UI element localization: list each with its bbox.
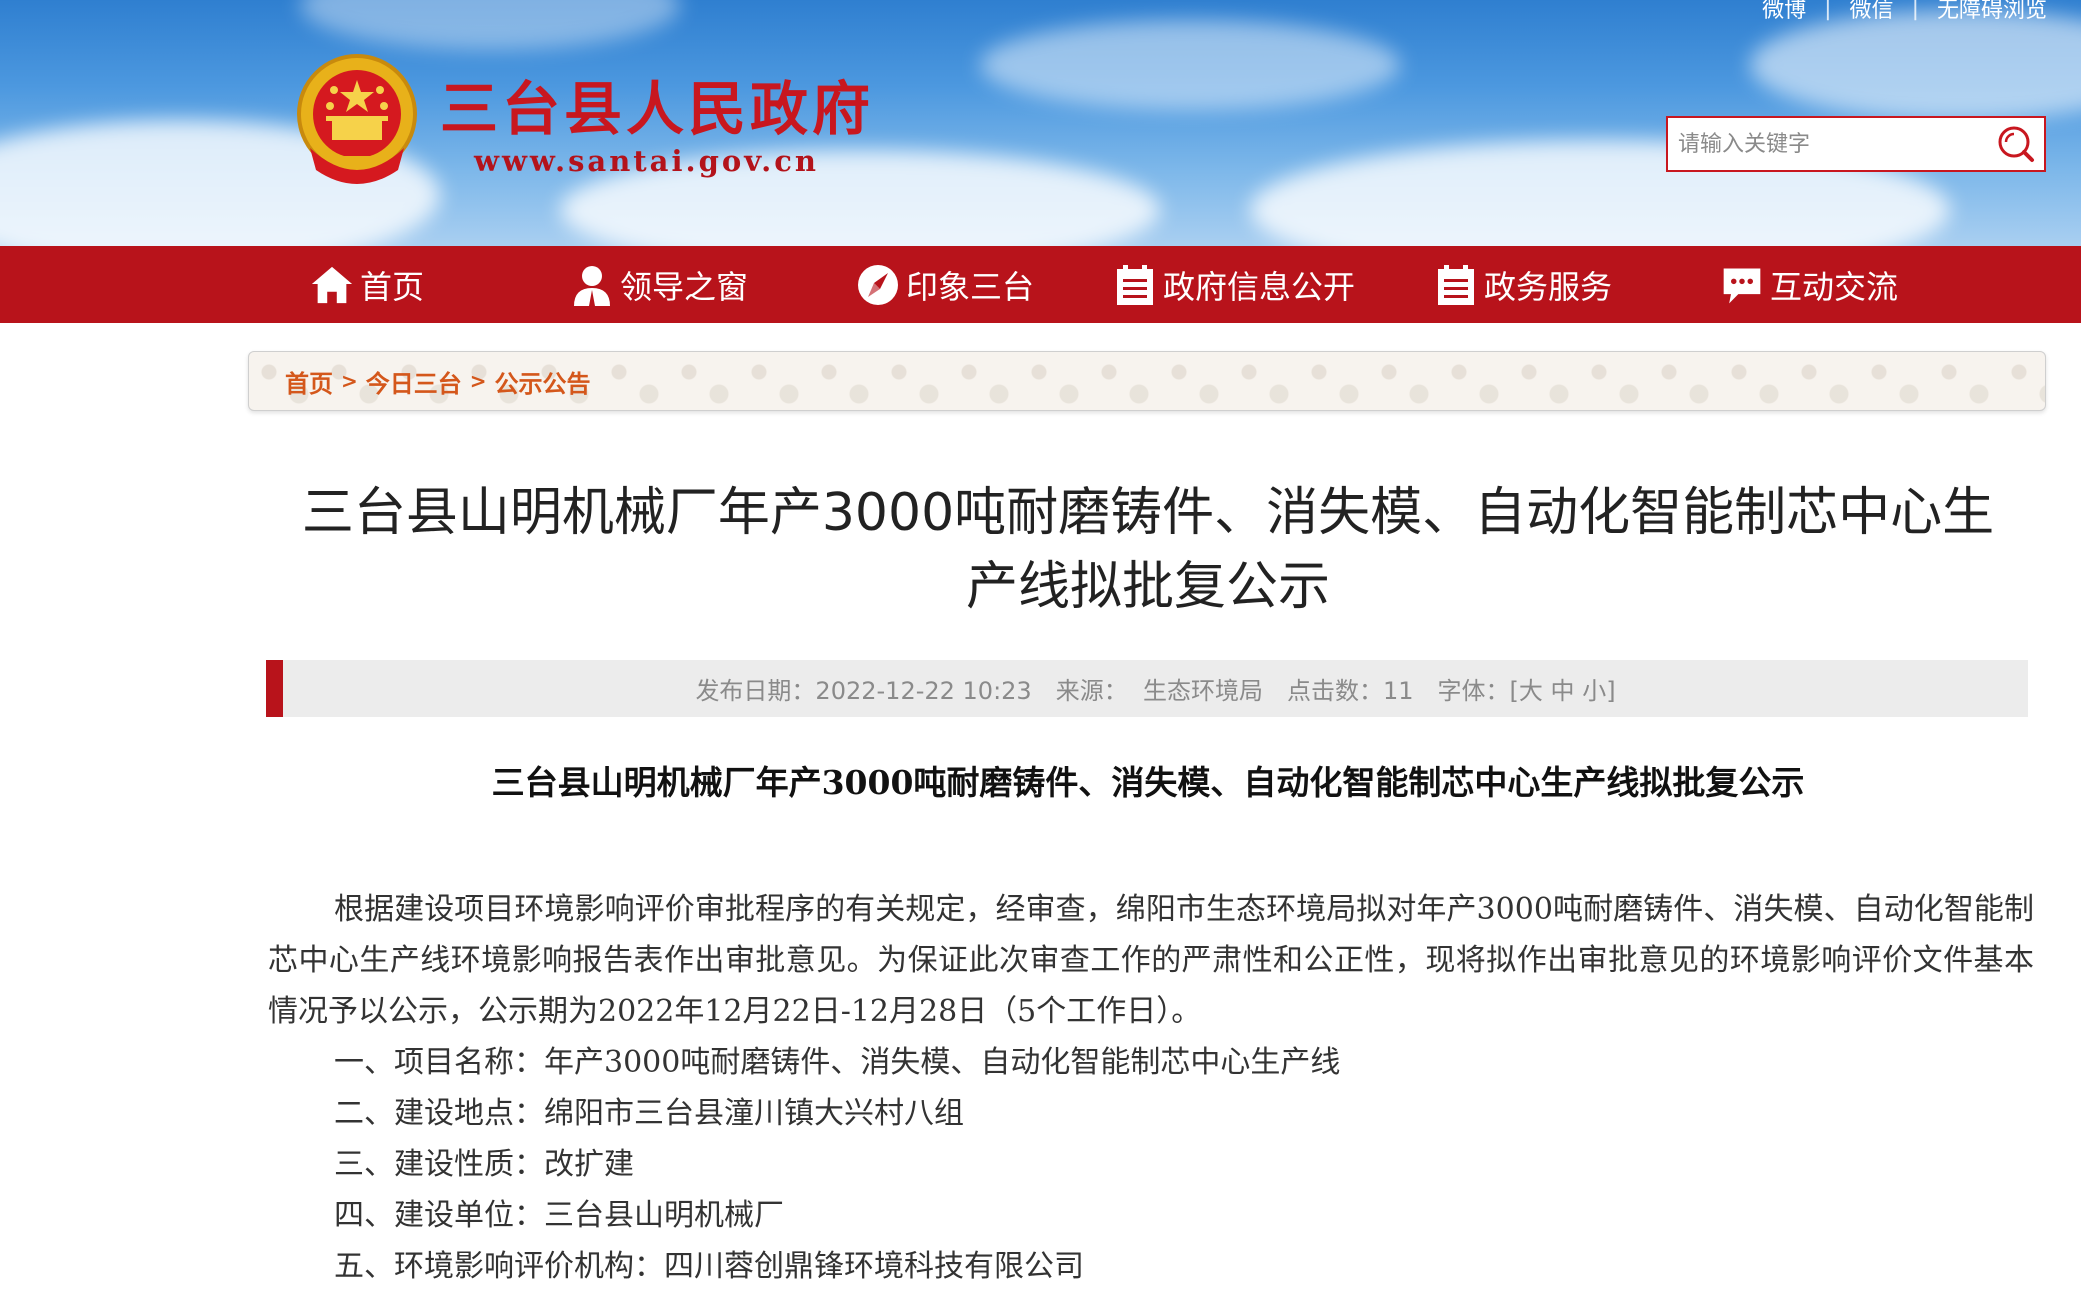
list-item: 四、建设单位：三台县山明机械厂: [334, 1198, 784, 1233]
home-icon: [310, 263, 354, 307]
article-title: 三台县山明机械厂年产3000吨耐磨铸件、消失模、自动化智能制芯中心生 产线拟批复…: [265, 476, 2031, 624]
nav-label: 首页: [360, 267, 425, 306]
national-emblem-icon: [290, 52, 424, 190]
list-item: 五、环境影响评价机构：四川蓉创鼎锋环境科技有限公司: [334, 1249, 1084, 1284]
person-icon: [570, 263, 614, 307]
article-title-line2: 产线拟批复公示: [965, 557, 1330, 617]
document-list-icon: [1113, 263, 1157, 307]
search-input[interactable]: [1668, 119, 1988, 169]
site-url: www.santai.gov.cn: [474, 144, 819, 178]
list-item: 三、建设性质：改扩建: [334, 1147, 634, 1182]
wechat-link[interactable]: 微信: [1850, 0, 1894, 24]
top-links: 微博 | 微信 | 无障碍浏览: [1762, 0, 2047, 24]
nav-item-leaders[interactable]: 领导之窗: [570, 246, 748, 323]
link-separator: |: [1911, 0, 1919, 21]
article-title-line1: 三台县山明机械厂年产3000吨耐磨铸件、消失模、自动化智能制芯中心生: [301, 483, 1995, 543]
nav-item-interaction[interactable]: 互动交流: [1720, 246, 1898, 323]
list-item: 二、建设地点：绵阳市三台县潼川镇大兴村八组: [334, 1096, 964, 1131]
weibo-link[interactable]: 微博: [1762, 0, 1806, 24]
nav-label: 印象三台: [906, 267, 1035, 306]
main-nav: 首页 领导之窗 印象三台 政府信息公开 政务服务 互动交流: [0, 246, 2081, 323]
font-size-close: ]: [1606, 677, 1616, 705]
nav-item-home[interactable]: 首页: [310, 246, 424, 323]
font-small-button[interactable]: 小: [1582, 677, 1606, 705]
search-box: [1666, 116, 2046, 172]
search-icon: [1998, 126, 2034, 162]
click-count: 点击数：11: [1286, 677, 1414, 705]
breadcrumb-separator: >: [469, 369, 487, 393]
document-list-icon: [1434, 263, 1478, 307]
article-meta-bar: 发布日期：2022-12-22 10:23 来源： 生态环境局 点击数：11 字…: [266, 660, 2028, 717]
chat-icon: [1720, 263, 1764, 307]
nav-item-impression[interactable]: 印象三台: [856, 246, 1034, 323]
font-medium-button[interactable]: 中: [1551, 677, 1575, 705]
document-heading: 三台县山明机械厂年产3000吨耐磨铸件、消失模、自动化智能制芯中心生产线拟批复公…: [491, 763, 1805, 802]
breadcrumb-today-santai[interactable]: 今日三台: [366, 364, 462, 399]
breadcrumb-home[interactable]: 首页: [285, 364, 333, 399]
breadcrumb-separator: >: [341, 369, 358, 393]
nav-label: 互动交流: [1770, 267, 1899, 306]
accessibility-link[interactable]: 无障碍浏览: [1937, 0, 2047, 24]
article-source: 来源： 生态环境局: [1055, 677, 1263, 705]
font-size-label: 字体：[: [1437, 677, 1519, 705]
list-item: 一、项目名称：年产3000吨耐磨铸件、消失模、自动化智能制芯中心生产线: [334, 1045, 1341, 1080]
nav-label: 政务服务: [1484, 267, 1613, 306]
body-paragraph: 根据建设项目环境影响评价审批程序的有关规定，经审查，绵阳市生态环境局拟对年产30…: [268, 892, 2034, 1029]
nav-item-gov-info[interactable]: 政府信息公开: [1113, 246, 1355, 323]
article-body: 根据建设项目环境影响评价审批程序的有关规定，经审查，绵阳市生态环境局拟对年产30…: [268, 884, 2034, 1292]
nav-label: 政府信息公开: [1163, 267, 1356, 306]
publish-date: 发布日期：2022-12-22 10:23: [695, 677, 1032, 705]
breadcrumb: 首页 > 今日三台 > 公示公告: [248, 351, 2046, 411]
breadcrumb-announcements[interactable]: 公示公告: [495, 364, 591, 399]
compass-icon: [856, 263, 900, 307]
font-large-button[interactable]: 大: [1519, 677, 1543, 705]
nav-item-services[interactable]: 政务服务: [1434, 246, 1612, 323]
nav-label: 领导之窗: [620, 267, 749, 306]
link-separator: |: [1824, 0, 1832, 21]
site-name: 三台县人民政府: [440, 75, 875, 143]
header-banner: 微博 | 微信 | 无障碍浏览 三台县人民政府 www.santai.gov.c…: [0, 0, 2081, 246]
font-size-control: 字体：[大 中 小]: [1438, 671, 1616, 706]
search-button[interactable]: [1988, 118, 2044, 170]
